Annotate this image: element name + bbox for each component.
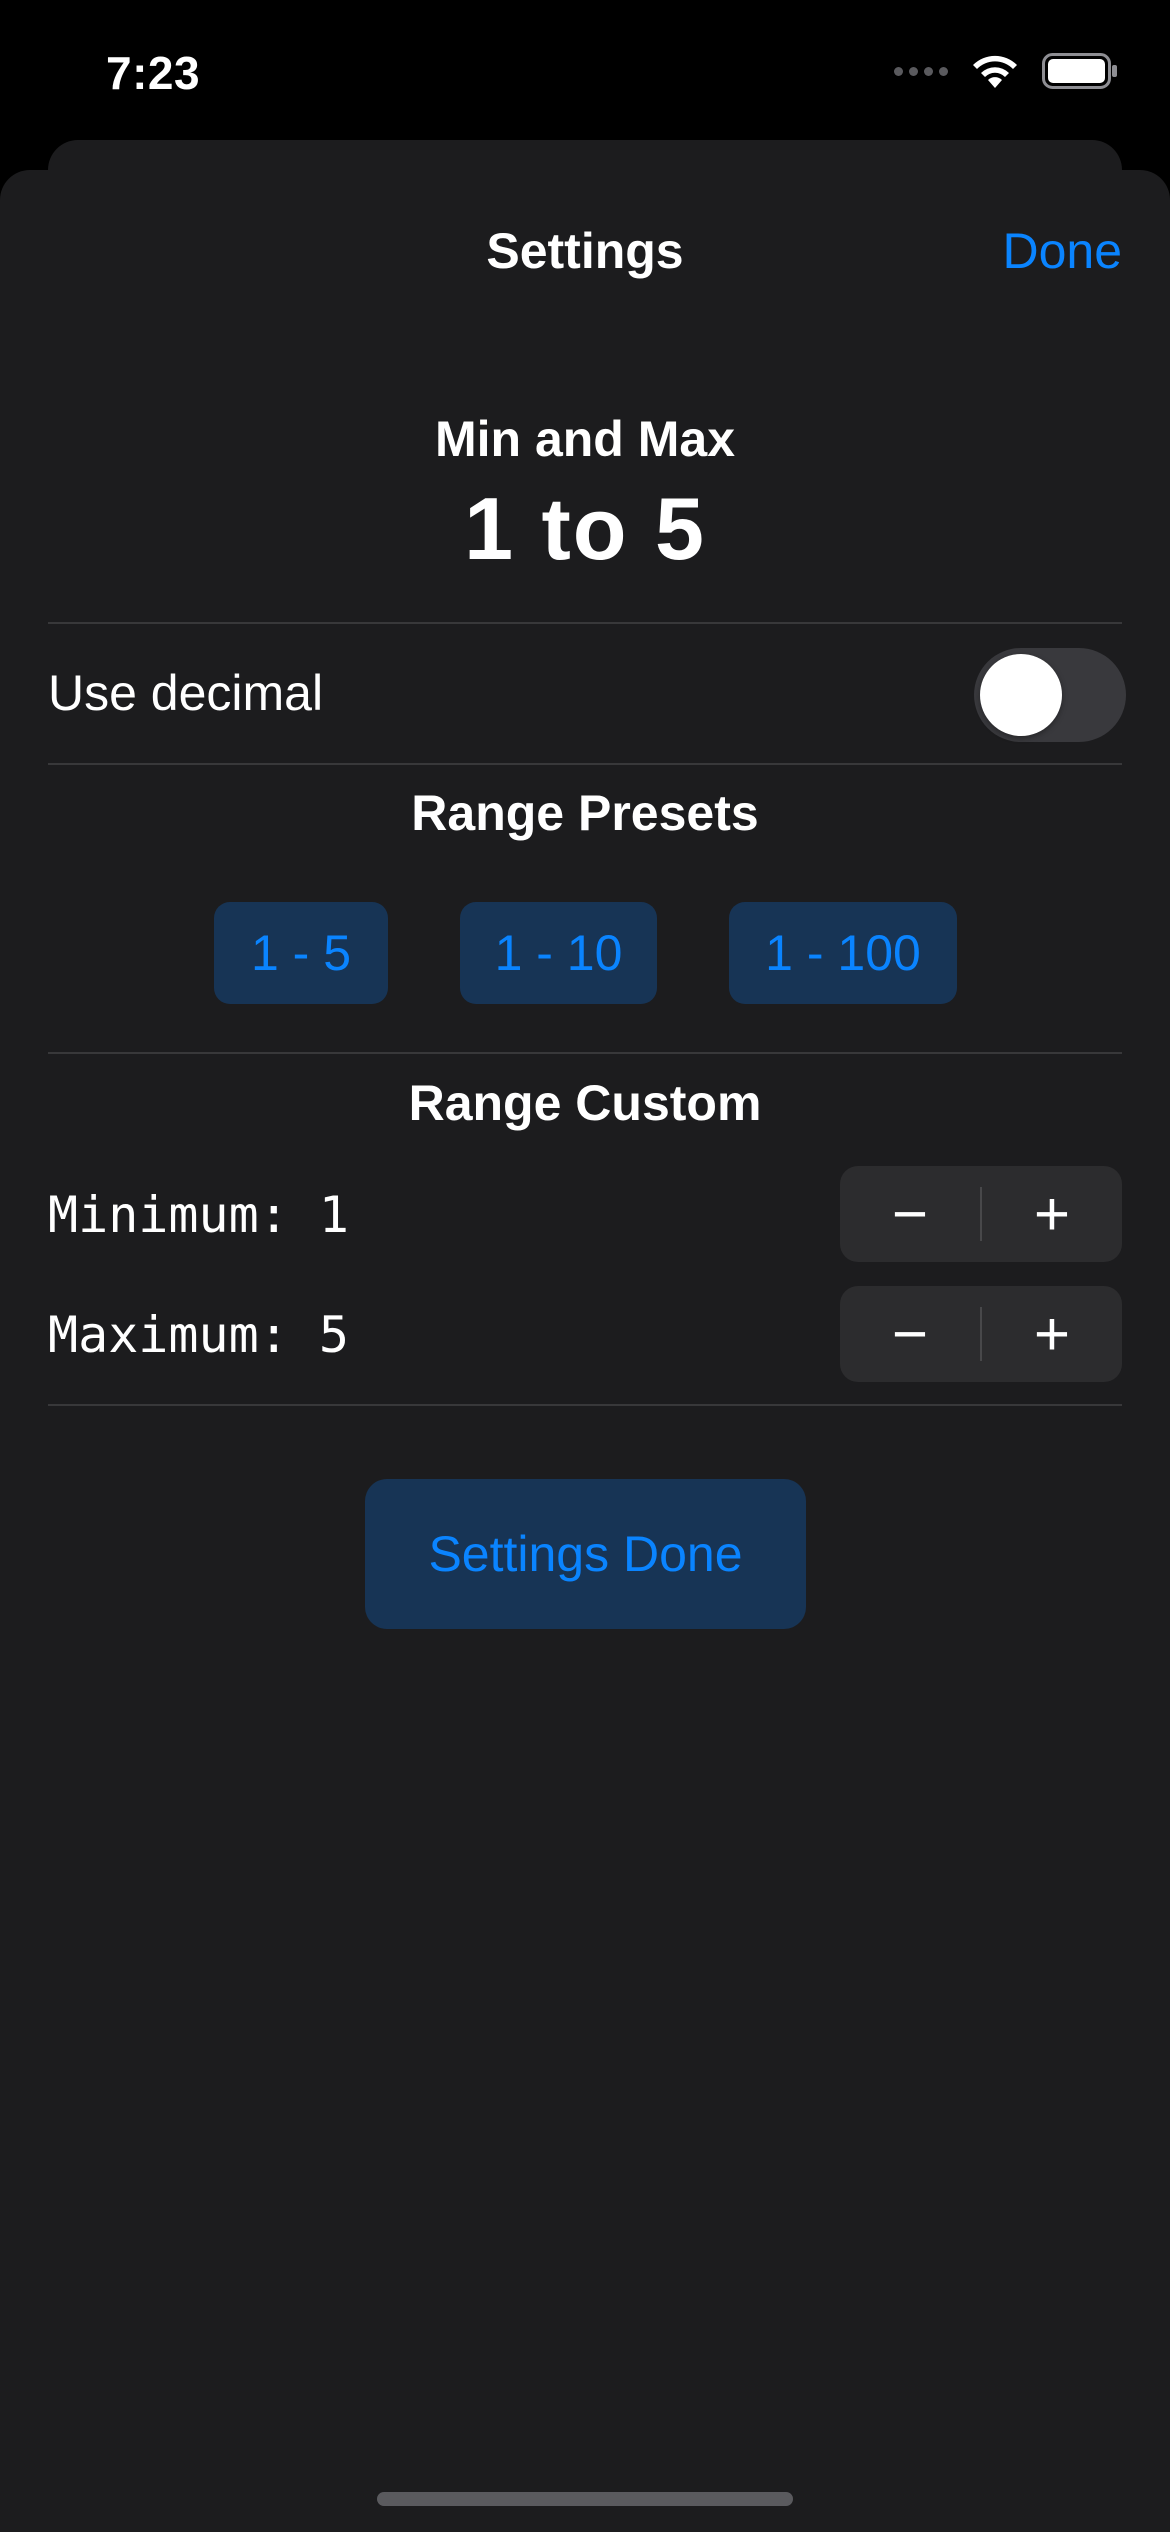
use-decimal-label: Use decimal [48,665,324,721]
maximum-decrement-button[interactable]: − [840,1286,980,1382]
preset-button-1-100[interactable]: 1 - 100 [729,902,957,1004]
status-icons [894,52,1118,90]
status-time: 7:23 [106,47,201,99]
range-presets-title: Range Presets [411,785,759,841]
wifi-icon [973,55,1017,88]
settings-done-button[interactable]: Settings Done [365,1479,806,1629]
range-header-value: 1 to 5 [464,479,706,578]
toggle-knob [980,654,1062,736]
divider [48,1052,1122,1054]
range-custom-title: Range Custom [408,1075,762,1131]
done-button[interactable]: Done [1002,222,1122,280]
minimum-increment-button[interactable]: + [982,1166,1122,1262]
maximum-label: Maximum: 5 [48,1306,350,1364]
divider [48,622,1122,624]
range-header-subtitle: Min and Max [434,411,736,467]
maximum-increment-button[interactable]: + [982,1286,1122,1382]
maximum-stepper: − + [840,1286,1122,1382]
battery-icon [1042,53,1117,89]
use-decimal-toggle[interactable] [974,648,1126,742]
preset-button-1-10[interactable]: 1 - 10 [460,902,657,1004]
divider [48,763,1122,765]
preset-button-1-5[interactable]: 1 - 5 [214,902,388,1004]
home-indicator[interactable] [377,2492,793,2506]
minimum-label: Minimum: 1 [48,1186,350,1244]
divider [48,1404,1122,1406]
minimum-stepper: − + [840,1166,1122,1262]
minimum-decrement-button[interactable]: − [840,1166,980,1262]
nav-title: Settings [486,223,684,279]
screen: 7:23 Settings Done Min and Max 1 to 5 Us… [0,0,1170,2532]
cellular-signal-icon [894,66,948,76]
